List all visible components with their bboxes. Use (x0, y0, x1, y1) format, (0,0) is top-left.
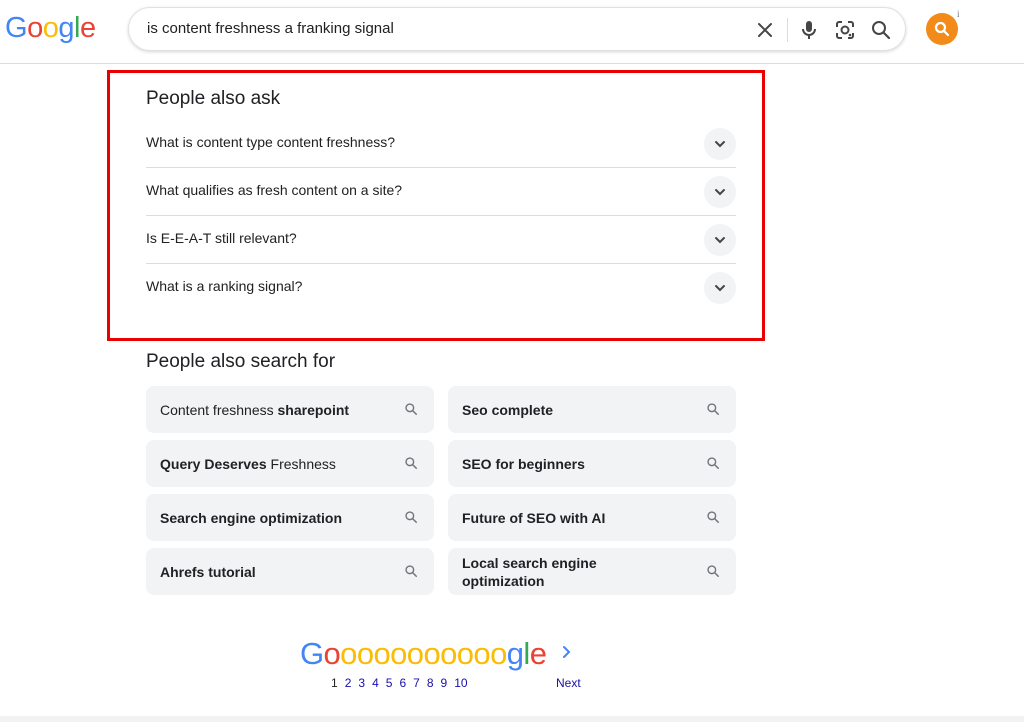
logo-letter: G (300, 636, 324, 671)
search-divider (787, 18, 788, 42)
chip-label: Search engine optimization (160, 509, 343, 526)
chip-label: Future of SEO with AI (462, 509, 606, 526)
related-search-chip[interactable]: Ahrefs tutorial (146, 548, 434, 595)
search-icon (405, 403, 418, 416)
page-number-link[interactable]: 9 (441, 676, 448, 690)
header: Google is content freshness a franking s… (0, 0, 1024, 64)
page-number-link[interactable]: 7 (413, 676, 420, 690)
logo-letter: o (440, 636, 457, 671)
search-icon (405, 511, 418, 524)
chip-label: Seo complete (462, 401, 554, 418)
search-icon (405, 565, 418, 578)
search-box[interactable]: is content freshness a franking signal (128, 7, 906, 51)
people-also-ask-title: People also ask (146, 88, 281, 109)
info-icon[interactable]: i (957, 9, 960, 19)
logo-letter: o (473, 636, 491, 671)
related-search-chip[interactable]: SEO for beginners (448, 440, 736, 487)
chip-label: Content freshness sharepoint (160, 401, 350, 418)
logo-letter: o (490, 636, 507, 671)
microphone-icon[interactable] (797, 18, 821, 42)
search-icon (707, 457, 720, 470)
page-number-link[interactable]: 6 (399, 676, 406, 690)
page-number-link[interactable]: 10 (454, 676, 467, 690)
avatar[interactable] (926, 13, 958, 45)
page-number-link[interactable]: 8 (427, 676, 434, 690)
logo-letter: o (456, 636, 474, 671)
logo-letter: o (323, 636, 341, 671)
logo-letter: o (373, 636, 391, 671)
chevron-down-icon[interactable] (704, 128, 736, 160)
logo-letter: o (390, 636, 407, 671)
page-number-link[interactable]: 3 (358, 676, 365, 690)
paa-question[interactable]: What qualifies as fresh content on a sit… (146, 167, 736, 215)
page-number-link[interactable]: 5 (386, 676, 393, 690)
logo-letter: e (529, 636, 547, 671)
logo-letter: g (58, 12, 74, 44)
paa-question[interactable]: What is a ranking signal? (146, 263, 736, 311)
paa-question[interactable]: What is content type content freshness? (146, 119, 736, 167)
logo-letter: o (423, 636, 441, 671)
paa-question-text: What qualifies as fresh content on a sit… (146, 182, 403, 198)
search-icon[interactable] (869, 18, 893, 42)
next-page-link[interactable]: Next (556, 676, 581, 690)
search-input[interactable]: is content freshness a franking signal (147, 20, 394, 37)
paa-question-text: Is E-E-A-T still relevant? (146, 230, 297, 246)
chevron-right-icon[interactable] (560, 643, 574, 661)
search-icon (707, 565, 720, 578)
search-icon (405, 457, 418, 470)
search-icon (707, 511, 720, 524)
related-search-chip[interactable]: Seo complete (448, 386, 736, 433)
lens-icon[interactable] (833, 18, 857, 42)
chevron-down-icon[interactable] (704, 224, 736, 256)
related-search-chip[interactable]: Future of SEO with AI (448, 494, 736, 541)
chip-label: SEO for beginners (462, 455, 585, 472)
chip-label: Query Deserves Freshness (160, 455, 336, 472)
related-search-chip[interactable]: Search engine optimization (146, 494, 434, 541)
chevron-down-icon[interactable] (704, 176, 736, 208)
related-search-chip[interactable]: Local search engine optimization (448, 548, 736, 595)
logo-letter: o (356, 636, 374, 671)
paa-question-text: What is content type content freshness? (146, 134, 396, 150)
chip-label: Local search engine optimization (462, 554, 597, 589)
footer-bar (0, 716, 1024, 722)
paa-question-text: What is a ranking signal? (146, 278, 303, 294)
paa-question[interactable]: Is E-E-A-T still relevant? (146, 215, 736, 263)
logo-letter: o (27, 12, 43, 44)
logo-letter: e (79, 12, 96, 44)
logo-letter: o (42, 12, 59, 44)
people-also-search-for-title: People also search for (146, 351, 336, 372)
close-icon[interactable] (753, 18, 777, 42)
page-numbers: 1 2 3 4 5 6 7 8 9 10 (331, 676, 475, 690)
google-logo[interactable]: Google (5, 10, 96, 46)
logo-letter: g (506, 636, 524, 671)
page-number-link[interactable]: 2 (345, 676, 352, 690)
search-icon (934, 21, 950, 37)
search-icon (707, 403, 720, 416)
pagination-logo: Gooooooooooogle (300, 634, 547, 674)
logo-letter: o (340, 636, 357, 671)
chevron-down-icon[interactable] (704, 272, 736, 304)
related-search-chip[interactable]: Query Deserves Freshness (146, 440, 434, 487)
chip-label: Ahrefs tutorial (160, 563, 256, 580)
logo-letter: o (406, 636, 424, 671)
logo-letter: G (5, 12, 28, 44)
page-number-link[interactable]: 4 (372, 676, 379, 690)
page-number-link: 1 (331, 676, 338, 690)
related-search-chip[interactable]: Content freshness sharepoint (146, 386, 434, 433)
